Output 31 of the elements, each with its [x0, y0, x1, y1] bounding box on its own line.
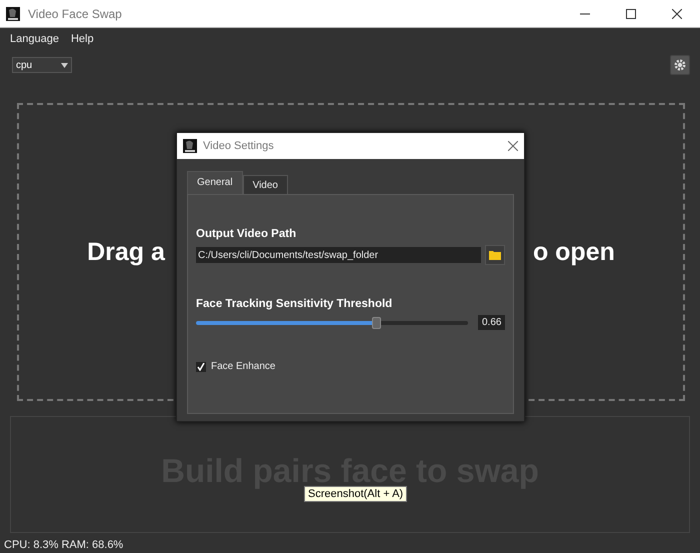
tab[interactable]: General	[187, 171, 243, 194]
slider-label: Face Tracking Sensitivity Threshold	[196, 298, 394, 310]
close-icon	[508, 141, 518, 151]
close-button[interactable]	[508, 141, 518, 151]
status-text: CPU: 8.3% RAM: 68.6%	[3, 538, 124, 551]
slider-value: 0.66	[478, 315, 505, 330]
checkbox-label: Face Enhance	[211, 361, 276, 372]
folder-icon	[489, 250, 501, 260]
menu-item[interactable]: Help	[70, 32, 94, 44]
gear-icon	[674, 59, 686, 71]
tooltip: Screenshot(Alt + A)	[304, 486, 408, 502]
app-logo-icon	[6, 6, 20, 20]
threshold-slider[interactable]	[196, 316, 468, 328]
checkmark-icon	[197, 362, 205, 370]
tab[interactable]: Video	[242, 175, 288, 194]
menu-item[interactable]: Language	[10, 32, 59, 44]
app-logo-icon	[183, 139, 197, 153]
device-dropdown[interactable]: cpu	[12, 57, 72, 73]
drop-zone-text: Drag a	[87, 238, 165, 266]
path-field[interactable]: C:/Users/cli/Documents/test/swap_folder	[196, 247, 481, 263]
field-label: Output Video Path	[196, 228, 298, 240]
window-title: Video Face Swap	[28, 6, 123, 20]
dialog-title: Video Settings	[203, 140, 275, 152]
maximize-icon	[626, 8, 636, 18]
close-icon	[672, 8, 682, 18]
settings-button[interactable]	[670, 55, 690, 75]
drop-zone-text: o open	[532, 238, 615, 266]
slider-handle[interactable]	[372, 316, 381, 328]
browse-button[interactable]	[485, 245, 505, 265]
checkbox[interactable]	[196, 362, 206, 372]
caret-icon	[61, 62, 68, 68]
